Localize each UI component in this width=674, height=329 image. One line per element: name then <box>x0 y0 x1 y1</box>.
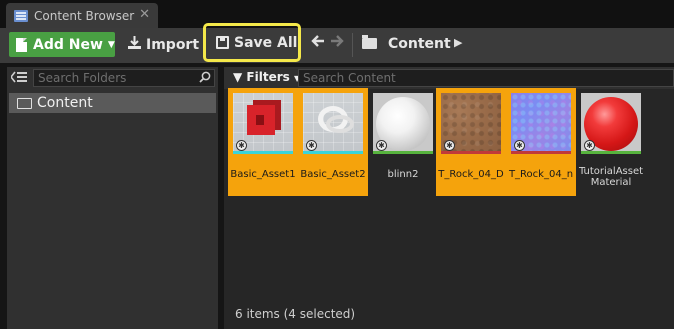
asset-type-bar <box>581 151 641 154</box>
asset-tile-tutorialasset-material[interactable]: ✱ TutorialAsset Material <box>576 88 646 196</box>
asset-badge-icon: ✱ <box>236 140 247 151</box>
add-new-button[interactable]: Add New ▼ <box>9 32 115 57</box>
asset-label: TutorialAsset Material <box>578 166 644 188</box>
asset-type-bar <box>233 151 293 154</box>
search-icon <box>199 71 211 88</box>
chevron-down-icon: ▼ <box>107 39 115 50</box>
asset-label: blinn2 <box>387 169 419 180</box>
save-icon <box>216 36 229 49</box>
asset-tile-blinn2[interactable]: ✱ blinn2 <box>368 88 438 196</box>
filters-button[interactable]: ▼ Filters ▼ <box>233 70 300 84</box>
asset-badge-icon: ✱ <box>514 140 525 151</box>
asset-label: Basic_Asset2 <box>300 169 366 180</box>
asset-type-bar <box>303 151 363 154</box>
add-new-label: Add New <box>33 36 103 53</box>
asset-label: Basic_Asset1 <box>230 169 296 180</box>
filter-bar: ▼ Filters ▼ Search Content <box>224 67 674 89</box>
asset-tile-t-rock-04-n[interactable]: ✱ T_Rock_04_n <box>506 88 576 196</box>
forward-arrow-icon[interactable] <box>330 33 344 52</box>
asset-tile-t-rock-04-d[interactable]: ✱ T_Rock_04_D <box>436 88 506 196</box>
sources-panel: Search Folders Content <box>7 67 218 329</box>
asset-badge-icon: ✱ <box>376 140 387 151</box>
path-arrow-icon[interactable]: ▶ <box>454 36 462 49</box>
asset-type-bar <box>511 151 571 154</box>
knot-mesh <box>318 106 354 133</box>
new-document-icon <box>16 37 27 52</box>
asset-tile-basic-asset1[interactable]: ✱ Basic_Asset1 <box>228 88 298 196</box>
search-content-input[interactable]: Search Content <box>298 69 674 87</box>
folder-item-content[interactable]: Content <box>9 93 216 113</box>
search-content-placeholder: Search Content <box>303 71 396 85</box>
folder-open-icon <box>362 35 377 49</box>
tab-content-browser[interactable]: Content Browser ✕ <box>6 3 158 28</box>
asset-label: T_Rock_04_n <box>508 169 574 180</box>
path-content[interactable]: Content <box>388 36 451 52</box>
content-browser-icon <box>14 9 28 22</box>
folder-label: Content <box>37 95 93 111</box>
import-button[interactable]: Import <box>128 36 199 53</box>
asset-type-bar <box>441 151 501 154</box>
toolbar-divider <box>352 33 353 57</box>
status-text: 6 items (4 selected) <box>235 307 356 321</box>
sources-collapse-icon[interactable] <box>9 71 31 85</box>
asset-view: ▼ Filters ▼ Search Content ✱ Basic_Asset… <box>224 67 674 329</box>
import-icon <box>128 36 141 53</box>
save-all-label: Save All <box>234 34 298 51</box>
tab-label: Content Browser <box>34 8 135 23</box>
filter-icon: ▼ <box>233 70 243 84</box>
folder-icon <box>17 97 32 109</box>
search-folders-placeholder: Search Folders <box>38 71 127 85</box>
asset-label: T_Rock_04_D <box>438 169 504 180</box>
tab-strip: Content Browser ✕ <box>0 0 674 28</box>
toolbar: Add New ▼ Import Save All Content ▶ <box>0 23 674 63</box>
save-all-button[interactable]: Save All <box>203 23 301 62</box>
back-arrow-icon[interactable] <box>311 33 325 52</box>
close-icon[interactable]: ✕ <box>139 7 150 22</box>
import-label: Import <box>146 36 200 53</box>
cube-mesh <box>247 105 275 135</box>
search-folders-input[interactable]: Search Folders <box>33 69 215 87</box>
asset-type-bar <box>373 151 433 154</box>
asset-badge-icon: ✱ <box>444 140 455 151</box>
asset-badge-icon: ✱ <box>306 140 317 151</box>
asset-tile-basic-asset2[interactable]: ✱ Basic_Asset2 <box>298 88 368 196</box>
asset-badge-icon: ✱ <box>584 140 595 151</box>
filters-label: Filters <box>246 70 290 84</box>
